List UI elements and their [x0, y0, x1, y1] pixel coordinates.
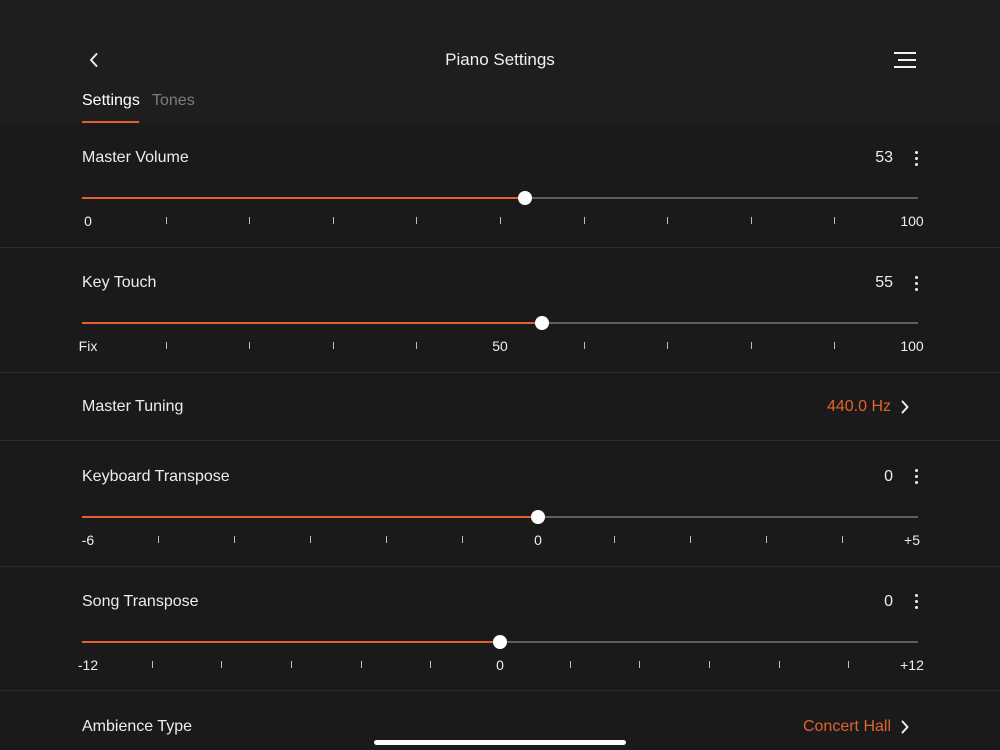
slider-tick [462, 536, 463, 543]
more-options-button[interactable] [906, 273, 926, 295]
setting-row-master-volume: Master Volume 53 0 100 [0, 124, 1000, 248]
active-tab-indicator [82, 121, 139, 123]
slider-tick [221, 661, 222, 668]
slider-tick [291, 661, 292, 668]
keyboard-transpose-slider[interactable] [82, 510, 918, 524]
slider-tick [416, 342, 417, 349]
slider-tick [234, 536, 235, 543]
ambience-type-value: Concert Hall [802, 718, 891, 735]
setting-label: Key Touch [82, 274, 157, 291]
slider-tick [667, 217, 668, 224]
hamburger-menu-icon [894, 52, 916, 68]
slider-tick [690, 536, 691, 543]
setting-value: 0 [884, 468, 893, 485]
slider-thumb[interactable] [493, 635, 507, 649]
slider-tick [779, 661, 780, 668]
slider-tick [310, 536, 311, 543]
slider-thumb[interactable] [518, 191, 533, 205]
more-options-button[interactable] [906, 466, 926, 488]
master-volume-slider[interactable] [82, 191, 918, 205]
master-tuning-value: 440.0 Hz [826, 398, 891, 415]
setting-value: 55 [875, 274, 893, 291]
chevron-right-icon [901, 400, 909, 414]
slider-tick [709, 661, 710, 668]
slider-tick [751, 342, 752, 349]
slider-tick-label: Fix [78, 338, 98, 354]
slider-tick [584, 217, 585, 224]
slider-tick [614, 536, 615, 543]
slider-tick [249, 217, 250, 224]
slider-tick-label: 50 [492, 338, 508, 354]
slider-tick [158, 536, 159, 543]
setting-row-song-transpose: Song Transpose 0 -12 0 +12 [0, 567, 1000, 691]
more-options-button[interactable] [906, 148, 926, 170]
slider-fill [82, 516, 538, 518]
slider-tick-label: +12 [900, 657, 924, 673]
home-indicator[interactable] [374, 740, 626, 745]
setting-row-keyboard-transpose: Keyboard Transpose 0 -6 0 +5 [0, 441, 1000, 567]
setting-label: Ambience Type [82, 718, 192, 735]
slider-tick [500, 217, 501, 224]
setting-row-master-tuning[interactable]: Master Tuning 440.0 Hz [0, 373, 1000, 441]
slider-tick [842, 536, 843, 543]
setting-value: 53 [875, 149, 893, 166]
setting-label: Keyboard Transpose [82, 468, 230, 485]
slider-tick-label: +5 [904, 532, 920, 548]
slider-tick [386, 536, 387, 543]
menu-button[interactable] [890, 48, 920, 72]
setting-label: Master Volume [82, 149, 189, 166]
setting-row-key-touch: Key Touch 55 Fix 50 100 [0, 248, 1000, 373]
page-title: Piano Settings [445, 50, 555, 69]
slider-tick-label: 0 [84, 213, 92, 229]
slider-fill [82, 641, 500, 643]
more-options-button[interactable] [906, 591, 926, 613]
slider-tick-label: 0 [496, 657, 504, 673]
tab-settings[interactable]: Settings [82, 92, 140, 110]
slider-tick-label: 100 [900, 338, 924, 354]
setting-label: Song Transpose [82, 593, 199, 610]
slider-tick [570, 661, 571, 668]
slider-tick [361, 661, 362, 668]
slider-tick [333, 217, 334, 224]
setting-value: 0 [884, 593, 893, 610]
slider-tick [834, 342, 835, 349]
setting-label: Master Tuning [82, 398, 184, 415]
slider-tick-label: -6 [81, 532, 95, 548]
key-touch-slider[interactable] [82, 316, 918, 330]
slider-tick [848, 661, 849, 668]
header-bar: Piano Settings Settings Tones [0, 0, 1000, 124]
tab-tones[interactable]: Tones [152, 92, 195, 110]
slider-fill [82, 197, 526, 199]
slider-tick [834, 217, 835, 224]
slider-tick [249, 342, 250, 349]
slider-tick [152, 661, 153, 668]
slider-tick [166, 217, 167, 224]
slider-tick [416, 217, 417, 224]
chevron-right-icon [901, 720, 909, 734]
slider-tick [166, 342, 167, 349]
slider-tick-label: 0 [534, 532, 542, 548]
slider-thumb[interactable] [531, 510, 545, 524]
slider-thumb[interactable] [534, 316, 549, 330]
slider-tick [584, 342, 585, 349]
slider-tick [430, 661, 431, 668]
slider-tick [333, 342, 334, 349]
slider-tick-label: 100 [900, 213, 924, 229]
slider-tick [667, 342, 668, 349]
slider-tick-label: -12 [77, 657, 99, 673]
slider-fill [82, 322, 542, 324]
slider-tick [639, 661, 640, 668]
slider-tick [751, 217, 752, 224]
song-transpose-slider[interactable] [82, 635, 918, 649]
slider-tick [766, 536, 767, 543]
